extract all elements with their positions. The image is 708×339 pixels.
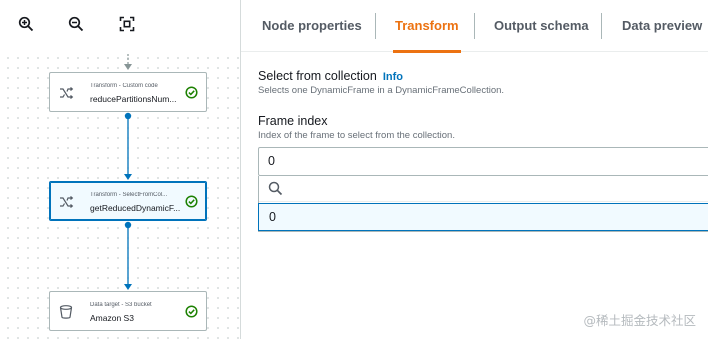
edge-incoming-arrow <box>124 64 132 70</box>
tab-output-schema[interactable]: Output schema <box>494 0 589 52</box>
properties-panel: Node properties Transform Output schema … <box>241 0 708 339</box>
node-name-label: reducePartitionsNum... <box>90 94 177 104</box>
canvas-toolbar <box>0 0 240 52</box>
zoom-out-icon <box>68 16 84 37</box>
tab-data-preview[interactable]: Data preview <box>622 0 702 52</box>
watermark: @稀土掘金技术社区 <box>583 313 696 328</box>
edge-1-2-arrow <box>124 174 132 180</box>
search-icon <box>268 181 283 196</box>
tab-node-properties[interactable]: Node properties <box>262 0 362 52</box>
node-name-label: getReducedDynamicF... <box>90 203 181 213</box>
success-check-icon <box>185 86 198 99</box>
dropdown-option[interactable]: 0 <box>258 203 708 231</box>
node-s3-target[interactable]: Data target - S3 bucket Amazon S3 <box>49 291 207 331</box>
zoom-out-button[interactable] <box>63 13 89 39</box>
edge-2-3-handle[interactable] <box>124 221 132 229</box>
node-custom-code-transform[interactable]: Transform - Custom code reducePartitions… <box>49 72 207 112</box>
zoom-in-icon <box>18 16 34 37</box>
frame-index-description: Index of the frame to select from the co… <box>258 130 455 141</box>
tab-divider <box>474 13 475 39</box>
edge-1-2-handle[interactable] <box>124 112 132 120</box>
node-type-label: Transform - Custom code <box>90 83 158 89</box>
node-type-label: Transform - SelectFromCol... <box>90 192 168 198</box>
edge-2-3-arrow <box>124 284 132 290</box>
frame-index-dropdown: 0 <box>258 176 708 232</box>
tab-divider <box>601 13 602 39</box>
success-check-icon <box>185 305 198 318</box>
info-link[interactable]: Info <box>383 71 403 83</box>
diagram-canvas[interactable]: Transform - Custom code reducePartitions… <box>0 0 241 339</box>
dropdown-search-input[interactable] <box>289 179 708 199</box>
node-type-label: Data target - S3 bucket <box>90 302 152 308</box>
tab-divider <box>375 13 376 39</box>
fit-to-screen-icon <box>119 16 135 37</box>
tab-transform[interactable]: Transform <box>393 0 461 53</box>
dropdown-search <box>259 176 708 202</box>
node-name-label: Amazon S3 <box>90 313 134 323</box>
select-from-collection-label: Select from collection <box>258 69 377 83</box>
fit-to-screen-button[interactable] <box>114 13 140 39</box>
zoom-in-button[interactable] <box>13 13 39 39</box>
s3-bucket-icon <box>58 304 74 320</box>
shuffle-transform-icon <box>58 194 74 210</box>
select-from-collection-description: Selects one DynamicFrame in a DynamicFra… <box>258 85 505 96</box>
select-from-collection-heading: Select from collection Info <box>258 69 403 83</box>
panel-tabs: Node properties Transform Output schema … <box>241 0 708 53</box>
node-select-from-collection-transform[interactable]: Transform - SelectFromCol... getReducedD… <box>49 181 207 221</box>
frame-index-label: Frame index <box>258 114 328 128</box>
frame-index-select[interactable]: 0 <box>258 147 708 176</box>
custom-code-transform-icon <box>58 85 74 101</box>
success-check-icon <box>185 195 198 208</box>
